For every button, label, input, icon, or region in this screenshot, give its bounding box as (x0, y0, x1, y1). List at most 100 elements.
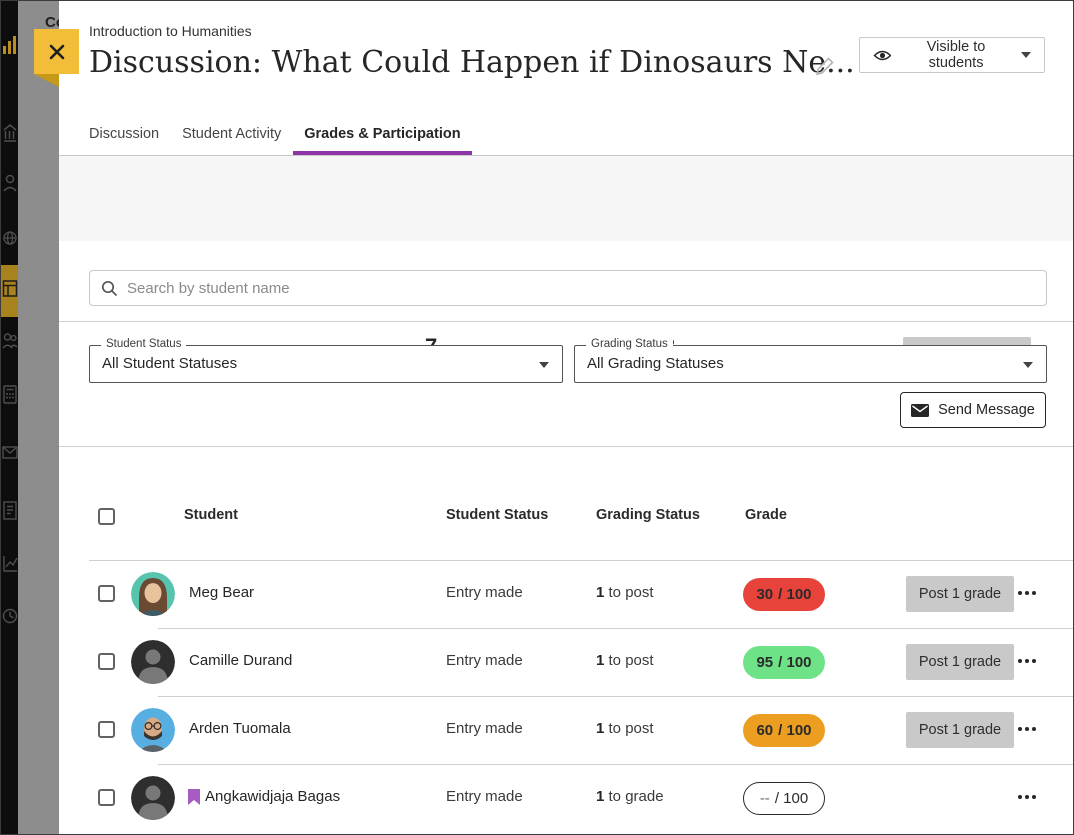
student-name: Camille Durand (189, 652, 292, 669)
institution-icon[interactable] (2, 121, 18, 147)
grade-score: 95 (756, 654, 773, 671)
row-checkbox[interactable] (98, 585, 115, 602)
grading-status-value: All Grading Statuses (587, 355, 724, 372)
dim-backdrop: Co (18, 1, 59, 835)
accommodation-flag-icon (188, 789, 200, 805)
table-row: Meg Bear Entry made 1 to post 30 / 100 P… (59, 560, 1074, 628)
visibility-label: Visible to students (900, 39, 1012, 71)
grading-status-cell: 1 to post (596, 720, 654, 737)
chevron-down-icon (539, 362, 549, 368)
grade-max: / 100 (778, 586, 811, 603)
student-status-label: Student Status (101, 338, 186, 350)
grade-max: / 100 (778, 722, 811, 739)
row-checkbox[interactable] (98, 653, 115, 670)
tab-bar: Discussion Student Activity Grades & Par… (59, 113, 1074, 156)
chevron-down-icon (1021, 52, 1031, 58)
search-input[interactable] (127, 280, 1035, 297)
table-row: Angkawidjaja Bagas Entry made 1 to grade… (59, 764, 1074, 832)
row-menu-icon[interactable] (1018, 659, 1036, 663)
gradebook-icon[interactable] (2, 499, 18, 525)
grade-score: 60 (756, 722, 773, 739)
send-message-button[interactable]: Send Message (900, 392, 1046, 428)
grading-status-label: Grading Status (586, 338, 673, 350)
profile-icon[interactable] (2, 171, 18, 197)
analytics-bars-icon[interactable] (2, 31, 18, 57)
grading-status-cell: 1 to post (596, 584, 654, 601)
grade-score: 30 (756, 586, 773, 603)
tab-grades-participation[interactable]: Grades & Participation (304, 113, 460, 155)
grade-score: -- (760, 790, 770, 807)
student-name: Angkawidjaja Bagas (205, 788, 340, 805)
grading-count: 1 (596, 720, 604, 737)
send-message-label: Send Message (938, 402, 1035, 418)
row-menu-icon[interactable] (1018, 591, 1036, 595)
grading-text: to post (609, 584, 654, 601)
clock-icon[interactable] (2, 605, 18, 631)
table-row: Arden Tuomala Entry made 1 to post 60 / … (59, 696, 1074, 764)
grading-status-cell: 1 to grade (596, 788, 664, 805)
student-status-cell: Entry made (446, 720, 523, 737)
avatar (131, 640, 175, 684)
divider (59, 321, 1074, 322)
grade-pill[interactable]: 30 / 100 (743, 578, 825, 611)
grading-count: 1 (596, 584, 604, 601)
close-button-fold (34, 74, 59, 87)
globe-icon[interactable] (2, 227, 18, 253)
grading-status-select[interactable]: Grading Status All Grading Statuses (574, 345, 1047, 383)
column-header-grading-status: Grading Status (596, 507, 700, 523)
grading-count: 1 (596, 652, 604, 669)
grade-pill[interactable]: 60 / 100 (743, 714, 825, 747)
student-status-value: All Student Statuses (102, 355, 237, 372)
tab-student-activity[interactable]: Student Activity (182, 113, 281, 155)
grade-pill[interactable]: -- / 100 (743, 782, 825, 815)
search-box (89, 270, 1047, 306)
eye-icon (873, 49, 891, 62)
post-grade-button[interactable]: Post 1 grade (906, 644, 1014, 680)
tab-discussion[interactable]: Discussion (89, 113, 159, 155)
row-checkbox[interactable] (98, 789, 115, 806)
chevron-down-icon (1023, 362, 1033, 368)
grade-max: / 100 (775, 790, 808, 807)
grading-text: to grade (609, 788, 664, 805)
post-grade-button[interactable]: Post 1 grade (906, 712, 1014, 748)
close-icon (47, 42, 67, 62)
grading-count: 1 (596, 788, 604, 805)
groups-icon[interactable] (2, 329, 18, 355)
envelope-icon (911, 404, 929, 417)
row-menu-icon[interactable] (1018, 795, 1036, 799)
row-menu-icon[interactable] (1018, 727, 1036, 731)
breadcrumb: Introduction to Humanities (89, 23, 252, 39)
table-row: Camille Durand Entry made 1 to post 95 /… (59, 628, 1074, 696)
screen: Co Introduction to Humanities Discussion… (0, 0, 1074, 835)
stats-bar: 11 of 11 PARTICIPATING 7 TO GRADE 3 TO P… (59, 156, 1074, 241)
student-status-select[interactable]: Student Status All Student Statuses (89, 345, 563, 383)
avatar (131, 708, 175, 752)
edit-title-pencil-icon[interactable] (814, 55, 836, 77)
post-grade-button[interactable]: Post 1 grade (906, 576, 1014, 612)
column-header-grade: Grade (745, 507, 787, 523)
grading-text: to post (609, 720, 654, 737)
calculator-icon[interactable] (2, 383, 18, 409)
avatar (131, 572, 175, 616)
page-title: Discussion: What Could Happen if Dinosau… (89, 45, 829, 80)
sidebar-active-item[interactable] (1, 265, 18, 317)
visibility-dropdown-button[interactable]: Visible to students (859, 37, 1045, 73)
student-name: Arden Tuomala (189, 720, 291, 737)
messages-icon[interactable] (2, 442, 18, 468)
search-icon (101, 280, 118, 297)
grading-status-cell: 1 to post (596, 652, 654, 669)
select-all-checkbox[interactable] (98, 508, 115, 525)
close-panel-button[interactable] (34, 29, 79, 74)
column-header-student: Student (184, 507, 238, 523)
row-checkbox[interactable] (98, 721, 115, 738)
grade-max: / 100 (778, 654, 811, 671)
student-status-cell: Entry made (446, 652, 523, 669)
chart-line-icon[interactable] (2, 552, 18, 578)
avatar (131, 776, 175, 820)
content-icon (2, 279, 18, 301)
grade-pill[interactable]: 95 / 100 (743, 646, 825, 679)
discussion-panel: Introduction to Humanities Discussion: W… (59, 1, 1074, 835)
student-status-cell: Entry made (446, 788, 523, 805)
student-status-cell: Entry made (446, 584, 523, 601)
grading-text: to post (609, 652, 654, 669)
